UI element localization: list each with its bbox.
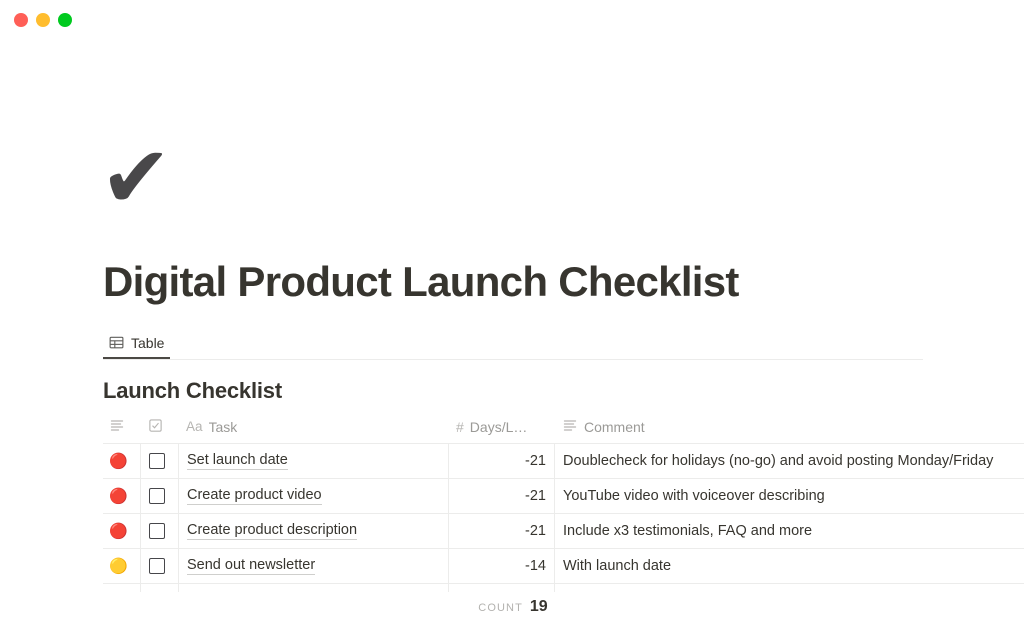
cell-task[interactable]: Create product video bbox=[178, 479, 448, 513]
table-footer: Count 19 bbox=[103, 598, 923, 616]
status-dot: 🔴 bbox=[109, 486, 128, 505]
cell-status[interactable]: 🔴 bbox=[103, 514, 140, 548]
status-dot: 🟡 bbox=[109, 556, 128, 575]
cell-task bbox=[178, 584, 448, 592]
task-title-link[interactable]: Create product description bbox=[187, 522, 358, 540]
task-checkbox[interactable] bbox=[149, 558, 165, 574]
column-header-days[interactable]: # Days/L… bbox=[448, 410, 554, 443]
tab-table[interactable]: Table bbox=[103, 328, 171, 359]
cell-status[interactable]: 🔴 bbox=[103, 444, 140, 478]
days-value: -14 bbox=[525, 558, 546, 574]
column-header-comment-label: Comment bbox=[584, 418, 645, 435]
table-row[interactable]: 🟡 Send out newsletter -14 With launch da… bbox=[103, 549, 1024, 584]
column-header-task[interactable]: Aa Task bbox=[178, 410, 448, 443]
comment-value: YouTube video with voiceover describing bbox=[563, 488, 825, 504]
tab-table-label: Table bbox=[131, 334, 165, 351]
task-title-link[interactable]: Set launch date bbox=[187, 452, 288, 470]
cell-task[interactable]: Create product description bbox=[178, 514, 448, 548]
cell-done[interactable] bbox=[140, 479, 178, 513]
cell-comment[interactable]: Include x3 testimonials, FAQ and more bbox=[554, 514, 1024, 548]
cell-status[interactable]: 🟡 bbox=[103, 549, 140, 583]
cell-done[interactable] bbox=[140, 444, 178, 478]
count-label: Count bbox=[478, 602, 523, 614]
cell-days[interactable]: -21 bbox=[448, 444, 554, 478]
app-window: ✔ Digital Product Launch Checklist Table… bbox=[0, 0, 1024, 640]
cell-task[interactable]: Send out newsletter bbox=[178, 549, 448, 583]
cell-task[interactable]: Set launch date bbox=[178, 444, 448, 478]
count-value: 19 bbox=[529, 598, 548, 615]
cell-days bbox=[448, 584, 554, 592]
task-checkbox[interactable] bbox=[149, 488, 165, 504]
status-dot: 🔴 bbox=[109, 521, 128, 540]
cell-done[interactable] bbox=[140, 514, 178, 548]
column-header-comment[interactable]: Comment bbox=[554, 410, 1024, 443]
comment-value: Doublecheck for holidays (no-go) and avo… bbox=[563, 453, 994, 469]
column-header-task-label: Task bbox=[208, 418, 238, 435]
cell-done[interactable] bbox=[140, 549, 178, 583]
cell-days[interactable]: -14 bbox=[448, 549, 554, 583]
table-row[interactable]: 🔴 Create product description -21 Include… bbox=[103, 514, 1024, 549]
cell-comment[interactable]: Doublecheck for holidays (no-go) and avo… bbox=[554, 444, 1024, 478]
cell-done bbox=[140, 584, 178, 592]
days-value: -21 bbox=[525, 488, 546, 504]
task-checkbox[interactable] bbox=[149, 523, 165, 539]
days-value: -21 bbox=[525, 453, 546, 469]
table-row[interactable]: 🔴 Set launch date -21 Doublecheck for ho… bbox=[103, 444, 1024, 479]
database-title: Launch Checklist bbox=[103, 378, 282, 403]
traffic-lights bbox=[14, 13, 72, 27]
page-title: Digital Product Launch Checklist bbox=[103, 258, 739, 305]
cell-days[interactable]: -21 bbox=[448, 514, 554, 548]
days-value: -21 bbox=[525, 523, 546, 539]
close-button[interactable] bbox=[14, 13, 28, 27]
comment-value: With launch date bbox=[563, 558, 672, 574]
comment-value: Include x3 testimonials, FAQ and more bbox=[563, 523, 813, 539]
column-header-status[interactable] bbox=[103, 410, 140, 443]
number-type-icon: # bbox=[456, 418, 464, 435]
task-title-link[interactable]: Create product video bbox=[187, 487, 322, 505]
table-header-row: Aa Task # Days/L… Comment bbox=[103, 410, 1024, 444]
window-titlebar bbox=[0, 0, 1024, 42]
table-body: 🔴 Set launch date -21 Doublecheck for ho… bbox=[103, 444, 1024, 592]
cell-comment[interactable]: With launch date bbox=[554, 549, 1024, 583]
database-table: Aa Task # Days/L… Comment 🔴 Set launch d… bbox=[103, 410, 1024, 592]
lines-icon bbox=[562, 417, 578, 436]
cell-status[interactable]: 🔴 bbox=[103, 479, 140, 513]
table-icon bbox=[109, 335, 124, 350]
column-header-days-label: Days/L… bbox=[469, 418, 528, 435]
cell-days[interactable]: -21 bbox=[448, 479, 554, 513]
cell-status bbox=[103, 584, 140, 592]
checkmark-emoji-icon[interactable]: ✔ bbox=[100, 128, 204, 228]
status-dot: 🔴 bbox=[109, 451, 128, 470]
task-checkbox[interactable] bbox=[149, 453, 165, 469]
table-row-partial[interactable] bbox=[103, 584, 1024, 592]
column-header-done[interactable] bbox=[140, 410, 178, 443]
table-row[interactable]: 🔴 Create product video -21 YouTube video… bbox=[103, 479, 1024, 514]
lines-icon bbox=[109, 417, 125, 436]
checkbox-icon bbox=[148, 418, 163, 436]
zoom-button[interactable] bbox=[58, 13, 72, 27]
cell-comment[interactable]: YouTube video with voiceover describing bbox=[554, 479, 1024, 513]
text-type-icon: Aa bbox=[186, 419, 203, 434]
minimize-button[interactable] bbox=[36, 13, 50, 27]
cell-comment bbox=[554, 584, 1024, 592]
view-tabstrip: Table bbox=[103, 328, 923, 360]
task-title-link[interactable]: Send out newsletter bbox=[187, 557, 316, 575]
